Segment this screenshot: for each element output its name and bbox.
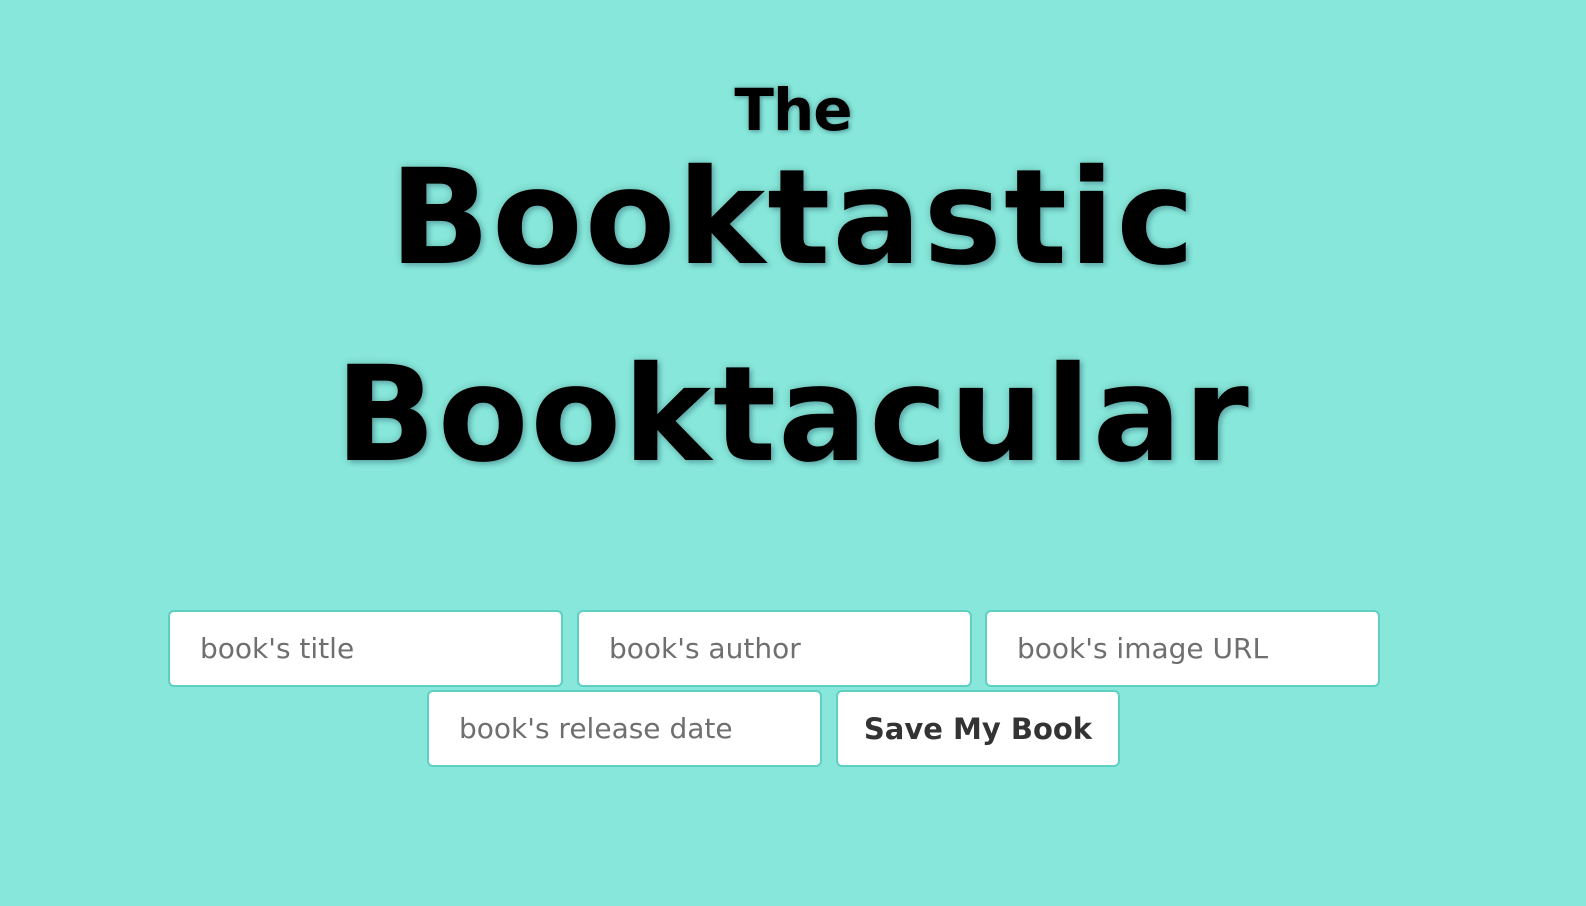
book-title-input[interactable] bbox=[168, 610, 563, 687]
book-release-date-input[interactable] bbox=[427, 690, 822, 767]
save-book-button[interactable]: Save My Book bbox=[836, 690, 1120, 767]
add-book-form: Save My Book bbox=[0, 0, 1586, 906]
book-image-url-input[interactable] bbox=[985, 610, 1380, 687]
book-author-input[interactable] bbox=[577, 610, 972, 687]
